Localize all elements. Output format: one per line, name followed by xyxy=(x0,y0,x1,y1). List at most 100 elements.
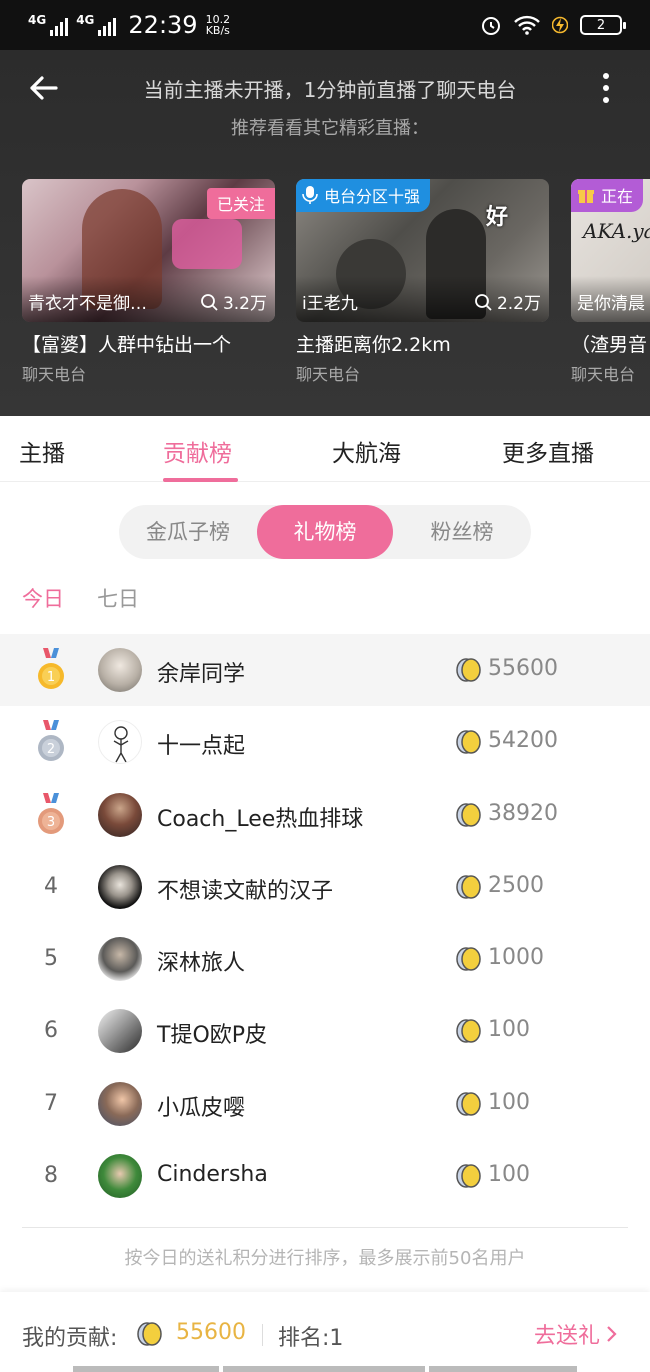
segment-fans[interactable]: 粉丝榜 xyxy=(393,505,531,559)
send-gift-button[interactable]: 去送礼 xyxy=(534,1318,618,1350)
gift-icon xyxy=(578,190,594,203)
list-divider xyxy=(22,1227,628,1228)
avatar xyxy=(98,1154,142,1199)
tab-contribution[interactable]: 贡献榜 xyxy=(163,434,232,468)
nav-indicator xyxy=(73,1366,219,1372)
gift-score: 100 xyxy=(488,1017,530,1043)
gift-score: 38920 xyxy=(488,800,558,826)
back-arrow-icon[interactable] xyxy=(26,70,62,106)
gift-score: 100 xyxy=(488,1162,530,1188)
recommend-hint: 推荐看看其它精彩直播： xyxy=(231,118,429,139)
ranking-type-switch: 金瓜子榜 礼物榜 粉丝榜 xyxy=(119,505,531,559)
room-thumbnail: 好 电台分区十强 i王老九 2.2万 xyxy=(296,179,549,322)
event-badge: 正在 xyxy=(571,179,644,212)
avatar xyxy=(98,1009,142,1054)
microphone-icon xyxy=(302,186,318,204)
user-name: 余岸同学 xyxy=(157,662,246,687)
svg-text:3: 3 xyxy=(47,815,55,830)
room-card[interactable]: AKA.ya 正在 是你清晨 （渣男音 聊天电台 xyxy=(571,179,650,385)
avatar xyxy=(98,1081,142,1126)
room-thumbnail: 已关注 青衣才不是御… 3.2万 xyxy=(22,179,275,322)
tab-guard[interactable]: 大航海 xyxy=(332,434,401,468)
avatar xyxy=(98,792,142,837)
room-card[interactable]: 好 电台分区十强 i王老九 2.2万 主播距离你2.2km 聊天电台 xyxy=(296,179,549,385)
battery-icon: 2 xyxy=(580,15,626,35)
alarm-icon xyxy=(482,17,500,35)
user-name: 十一点起 xyxy=(157,734,246,760)
table-row[interactable]: 6 T提O欧P皮 100 xyxy=(0,995,650,1067)
streamer-nick: i王老九 xyxy=(302,294,358,314)
svg-text:1: 1 xyxy=(47,670,55,685)
user-name: 小瓜皮嘤 xyxy=(157,1095,246,1121)
ranking-badge: 电台分区十强 xyxy=(296,179,431,212)
nav-indicator xyxy=(223,1366,425,1372)
offline-notice: 当前主播未开播，1分钟前直播了聊天电台 xyxy=(143,78,517,102)
avatar xyxy=(98,864,142,909)
main-tabs: 主播 贡献榜 大航海 更多直播 xyxy=(0,416,650,482)
charging-icon xyxy=(552,16,568,34)
coin-icon xyxy=(456,658,481,682)
table-row[interactable]: 3 Coach_Lee热血排球 38920 xyxy=(0,779,650,851)
room-thumbnail: AKA.ya 正在 是你清晨 xyxy=(571,179,650,322)
table-row[interactable]: 2 十一点起 54200 xyxy=(0,706,650,778)
cell-signal-icon-2: 4G xyxy=(76,13,117,36)
my-contribution-bar: 我的贡献: 55600 排名:1 去送礼 xyxy=(0,1292,650,1372)
svg-text:2: 2 xyxy=(47,742,55,757)
coin-icon xyxy=(137,1322,162,1346)
my-score: 55600 xyxy=(176,1320,246,1345)
following-badge: 已关注 xyxy=(206,188,275,219)
streamer-nick: 青衣才不是御… xyxy=(28,294,147,314)
network-speed: 10.2 KB/s xyxy=(205,13,231,37)
room-category: 聊天电台 xyxy=(571,365,636,384)
segment-gifts[interactable]: 礼物榜 xyxy=(257,505,393,559)
coin-icon xyxy=(456,1164,481,1188)
viewers-icon xyxy=(201,293,218,311)
offline-header: 当前主播未开播，1分钟前直播了聊天电台 推荐看看其它精彩直播： 已关注 青衣才不… xyxy=(0,50,650,416)
room-title: 【富婆】人群中钻出一个 xyxy=(22,334,232,356)
coin-icon xyxy=(456,1092,481,1116)
table-row[interactable]: 7 小瓜皮嘤 100 xyxy=(0,1068,650,1140)
viewer-count: 2.2万 xyxy=(474,289,541,314)
tab-more-live[interactable]: 更多直播 xyxy=(502,434,594,468)
segment-gold-seeds[interactable]: 金瓜子榜 xyxy=(119,505,257,559)
period-today[interactable]: 今日 xyxy=(22,583,64,613)
ranking-rule-note: 按今日的送礼积分进行排序，最多展示前50名用户 xyxy=(124,1248,526,1269)
user-name: 深林旅人 xyxy=(157,951,246,977)
gift-score: 55600 xyxy=(488,656,558,681)
recommended-rooms: 已关注 青衣才不是御… 3.2万 【富婆】人群中钻出一个 聊天电台 好 电台分区… xyxy=(22,179,650,389)
table-row[interactable]: 1 余岸同学 55600 xyxy=(0,634,650,707)
more-options-icon[interactable] xyxy=(596,70,616,106)
coin-icon xyxy=(456,947,481,971)
room-title: 主播距离你2.2km xyxy=(296,334,451,356)
ranking-list: 1 余岸同学 55600 2 十一点起 54200 3 Coach_Lee热血排… xyxy=(0,634,650,1212)
wifi-icon xyxy=(514,15,540,35)
period-week[interactable]: 七日 xyxy=(97,583,139,613)
avatar xyxy=(98,937,142,982)
user-name: Coach_Lee热血排球 xyxy=(157,806,364,832)
separator xyxy=(262,1324,263,1346)
rank-number: 4 xyxy=(44,873,58,899)
gift-score: 100 xyxy=(488,1089,530,1115)
nav-indicator xyxy=(429,1366,577,1372)
coin-icon xyxy=(456,802,481,827)
active-tab-indicator xyxy=(163,478,238,482)
rank-number: 7 xyxy=(44,1090,58,1116)
gift-score: 2500 xyxy=(488,872,544,898)
gift-score: 54200 xyxy=(488,728,558,754)
room-card[interactable]: 已关注 青衣才不是御… 3.2万 【富婆】人群中钻出一个 聊天电台 xyxy=(22,179,275,385)
table-row[interactable]: 4 不想读文献的汉子 2500 xyxy=(0,851,650,923)
room-category: 聊天电台 xyxy=(22,365,87,384)
tab-streamer[interactable]: 主播 xyxy=(19,434,65,468)
gold-medal-icon: 1 xyxy=(38,648,64,689)
avatar xyxy=(98,648,142,692)
coin-icon xyxy=(456,1019,481,1044)
rank-number: 5 xyxy=(44,946,58,972)
table-row[interactable]: 8 Cindersha 100 xyxy=(0,1140,650,1212)
table-row[interactable]: 5 深林旅人 1000 xyxy=(0,923,650,995)
rank-number: 8 xyxy=(44,1163,58,1189)
room-category: 聊天电台 xyxy=(296,365,361,384)
coin-icon xyxy=(456,730,481,755)
chevron-right-icon xyxy=(607,1326,617,1342)
avatar xyxy=(98,720,142,765)
user-name: 不想读文献的汉子 xyxy=(157,878,334,904)
